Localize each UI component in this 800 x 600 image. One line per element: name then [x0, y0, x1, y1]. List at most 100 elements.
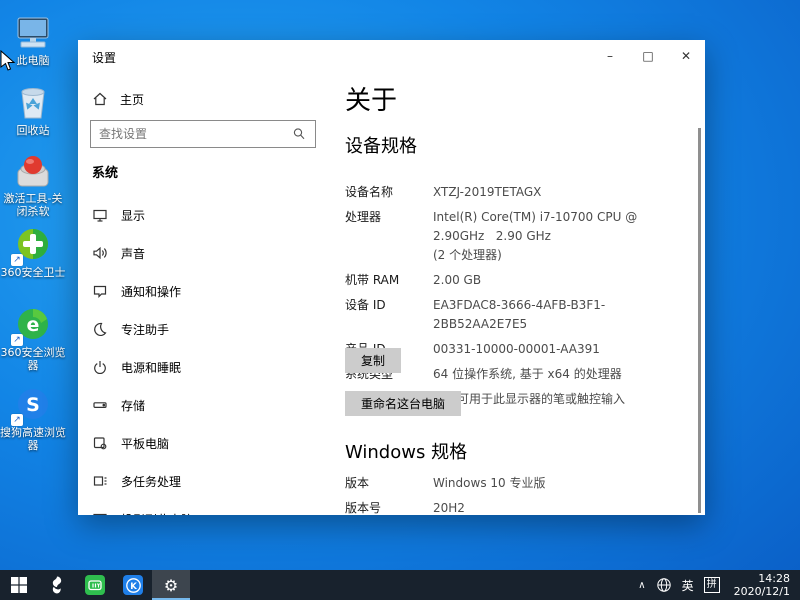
settings-search-box[interactable]: [90, 120, 316, 148]
settings-window: 设置 – □ ✕ 主页 系统: [78, 40, 705, 515]
sidebar-item-display[interactable]: 显示: [78, 196, 328, 234]
processor-line2: (2 个处理器): [433, 246, 690, 265]
shortcut-arrow-icon: ↗: [11, 334, 23, 346]
spec-label: 版本: [345, 474, 433, 493]
spec-value: Intel(R) Core(TM) i7-10700 CPU @ 2.90GHz…: [433, 208, 690, 265]
spec-label: 处理器: [345, 208, 433, 265]
language-indicator[interactable]: 英: [682, 577, 694, 594]
moon-icon: [92, 321, 108, 337]
ime-mode-icon[interactable]: 拼: [704, 577, 720, 593]
sidebar-item-focus-assist[interactable]: 专注助手: [78, 310, 328, 348]
desktop-icon-activation-tool[interactable]: 激活工具-关闭杀软: [0, 152, 66, 218]
tray-chevron-icon[interactable]: ∧: [638, 580, 645, 591]
shortcut-arrow-icon: ↗: [11, 414, 23, 426]
sidebar-item-label: 专注助手: [121, 321, 169, 338]
taskbar-app-kugou[interactable]: K: [114, 570, 152, 600]
desktop-icon-recycle-bin[interactable]: 回收站: [0, 84, 66, 137]
desktop-background: 此电脑 回收站 激活工具-关闭杀软: [0, 0, 800, 600]
sidebar-home-label: 主页: [120, 91, 144, 108]
sidebar-item-tablet[interactable]: 平板电脑: [78, 424, 328, 462]
shortcut-arrow-icon: ↗: [11, 254, 23, 266]
system-tray: ∧ 英 拼 14:28 2020/12/1: [638, 570, 800, 600]
spec-row-version: 版本号 20H2: [345, 499, 690, 515]
power-icon: [92, 359, 108, 375]
display-icon: [92, 207, 108, 223]
sogou-browser-icon: S ↗: [13, 386, 53, 424]
sidebar-item-home[interactable]: 主页: [92, 86, 144, 112]
spec-label: 设备名称: [345, 183, 433, 202]
tablet-icon: [92, 435, 108, 451]
taskbar-app-settings[interactable]: ⚙: [152, 570, 190, 600]
window-scrollbar[interactable]: [698, 128, 701, 513]
spec-value: 20H2: [433, 499, 465, 515]
projecting-icon: [92, 511, 108, 515]
this-pc-icon: [13, 14, 53, 52]
search-icon[interactable]: [289, 126, 311, 142]
swirl-app-icon: [47, 575, 67, 595]
sidebar-item-label: 显示: [121, 207, 145, 224]
svg-text:S: S: [26, 394, 40, 416]
sidebar-item-storage[interactable]: 存储: [78, 386, 328, 424]
windows-specs-table: 版本 Windows 10 专业版 版本号 20H2: [345, 474, 690, 515]
device-spec-heading: 设备规格: [345, 132, 417, 158]
minimize-button[interactable]: –: [591, 40, 629, 72]
windows-logo-icon: [11, 577, 27, 593]
close-button[interactable]: ✕: [667, 40, 705, 72]
360-safe-icon: ↗: [13, 226, 53, 264]
spec-label: 设备 ID: [345, 296, 433, 334]
sidebar-item-label: 存储: [121, 397, 145, 414]
sidebar-section-label: 系统: [92, 162, 118, 181]
spec-label: 版本号: [345, 499, 433, 515]
window-title: 设置: [92, 49, 116, 66]
search-input[interactable]: [91, 127, 289, 141]
window-titlebar[interactable]: 设置 – □ ✕: [78, 40, 705, 72]
maximize-button[interactable]: □: [629, 40, 667, 72]
desktop-icon-label: 360安全卫士: [0, 266, 66, 279]
notification-icon: [92, 283, 108, 299]
svg-text:e: e: [27, 314, 40, 336]
home-icon: [92, 91, 108, 107]
desktop-icon-360-safe[interactable]: ↗ 360安全卫士: [0, 226, 66, 279]
spec-value: 00331-10000-00001-AA391: [433, 340, 600, 359]
spec-row-processor: 处理器 Intel(R) Core(TM) i7-10700 CPU @ 2.9…: [345, 208, 690, 265]
sidebar-item-multitasking[interactable]: 多任务处理: [78, 462, 328, 500]
desktop-icon-sogou-browser[interactable]: S ↗ 搜狗高速浏览器: [0, 386, 66, 452]
spec-row-device-name: 设备名称 XTZJ-2019TETAGX: [345, 183, 690, 202]
clock-time: 14:28: [734, 572, 790, 585]
desktop-icon-label: 回收站: [0, 124, 66, 137]
rename-pc-button[interactable]: 重命名这台电脑: [345, 391, 461, 416]
desktop-icon-label: 搜狗高速浏览器: [0, 426, 66, 452]
svg-text:K: K: [130, 582, 137, 592]
spec-value: Windows 10 专业版: [433, 474, 545, 493]
sidebar-nav: 显示 声音 通知和操作 专注助手: [78, 196, 328, 515]
mouse-cursor: [0, 50, 16, 72]
sidebar-item-notifications[interactable]: 通知和操作: [78, 272, 328, 310]
sidebar-item-label: 声音: [121, 245, 145, 262]
taskbar: K ⚙ ∧ 英 拼 14:28 2020/12/1: [0, 570, 800, 600]
spec-row-ram: 机带 RAM 2.00 GB: [345, 271, 690, 290]
desktop-icon-label: 360安全浏览器: [0, 346, 66, 372]
spec-value: 64 位操作系统, 基于 x64 的处理器: [433, 365, 622, 384]
windows-spec-heading: Windows 规格: [345, 438, 467, 464]
spec-label: 机带 RAM: [345, 271, 433, 290]
desktop-icon-360-browser[interactable]: e ↗ 360安全浏览器: [0, 306, 66, 372]
sidebar-item-sound[interactable]: 声音: [78, 234, 328, 272]
activation-tool-icon: [13, 152, 53, 190]
spec-value: 2.00 GB: [433, 271, 481, 290]
k-app-icon: K: [123, 575, 143, 595]
network-globe-icon[interactable]: [656, 577, 672, 593]
sidebar-item-power-sleep[interactable]: 电源和睡眠: [78, 348, 328, 386]
copy-button[interactable]: 复制: [345, 348, 401, 373]
sidebar-item-projecting[interactable]: 投影到此电脑: [78, 500, 328, 515]
settings-gear-icon: ⚙: [164, 576, 178, 595]
spec-value: XTZJ-2019TETAGX: [433, 183, 541, 202]
taskbar-clock[interactable]: 14:28 2020/12/1: [730, 572, 790, 598]
spec-value: EA3FDAC8-3666-4AFB-B3F1-2BB52AA2E7E5: [433, 296, 690, 334]
start-button[interactable]: [0, 570, 38, 600]
taskbar-app-360-swirl[interactable]: [38, 570, 76, 600]
spec-row-edition: 版本 Windows 10 专业版: [345, 474, 690, 493]
360-browser-icon: e ↗: [13, 306, 53, 344]
taskbar-app-green-video[interactable]: [76, 570, 114, 600]
multitask-icon: [92, 473, 108, 489]
spec-row-device-id: 设备 ID EA3FDAC8-3666-4AFB-B3F1-2BB52AA2E7…: [345, 296, 690, 334]
